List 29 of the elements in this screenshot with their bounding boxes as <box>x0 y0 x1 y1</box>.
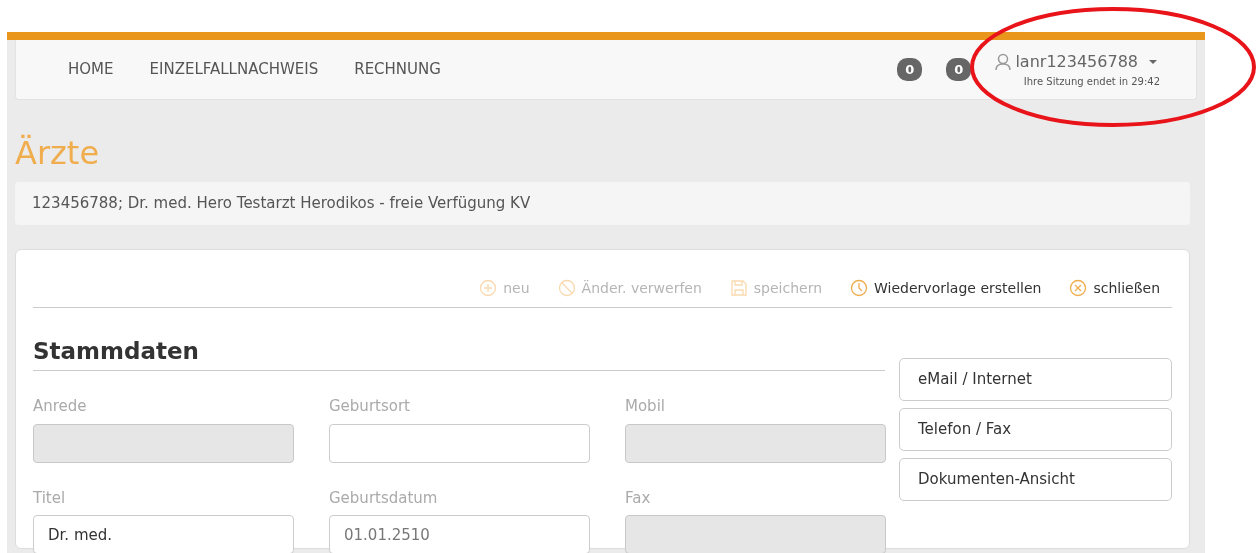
side-button[interactable]: eMail / Internet <box>899 357 1172 401</box>
input-field[interactable]: Dr. med. <box>33 515 294 553</box>
prohibited-icon <box>557 279 576 298</box>
nav-link[interactable]: RECHNUNG <box>354 58 441 81</box>
input-field[interactable]: 01.01.2510 <box>329 515 590 553</box>
section-heading: Stammdaten <box>33 333 885 372</box>
side-button[interactable]: Telefon / Fax <box>899 407 1172 451</box>
clock-icon <box>850 279 869 298</box>
field-label: Geburtsort <box>329 396 411 418</box>
session-timer: Ihre Sitzung endet in 29:42 <box>1023 75 1160 89</box>
field-label: Geburtsdatum <box>329 487 439 509</box>
field-label: Titel <box>33 487 67 509</box>
field-label: Mobil <box>625 396 666 418</box>
count-badge: 0 <box>946 57 972 82</box>
count-badge: 0 <box>897 57 923 82</box>
user-icon <box>995 53 1012 71</box>
side-button[interactable]: Dokumenten-Ansicht <box>899 457 1172 501</box>
toolbar-button[interactable]: schließen <box>1069 277 1160 299</box>
field-label: Fax <box>625 487 652 509</box>
page-title: Ärzte <box>15 134 101 173</box>
user-menu[interactable]: lanr123456788 <box>995 50 1160 74</box>
record-summary: 123456788; Dr. med. Hero Testarzt Herodikos - freie Verfügung KV <box>15 182 1190 225</box>
nav-link[interactable]: HOME <box>68 58 114 81</box>
close-icon <box>1069 279 1088 298</box>
input-field[interactable] <box>329 423 590 463</box>
nav-link[interactable]: EINZELFALLNACHWEIS <box>149 58 319 81</box>
toolbar-button[interactable]: Wiedervorlage erstellen <box>850 277 1042 299</box>
plus-icon <box>479 279 498 298</box>
field-label: Anrede <box>33 396 88 418</box>
